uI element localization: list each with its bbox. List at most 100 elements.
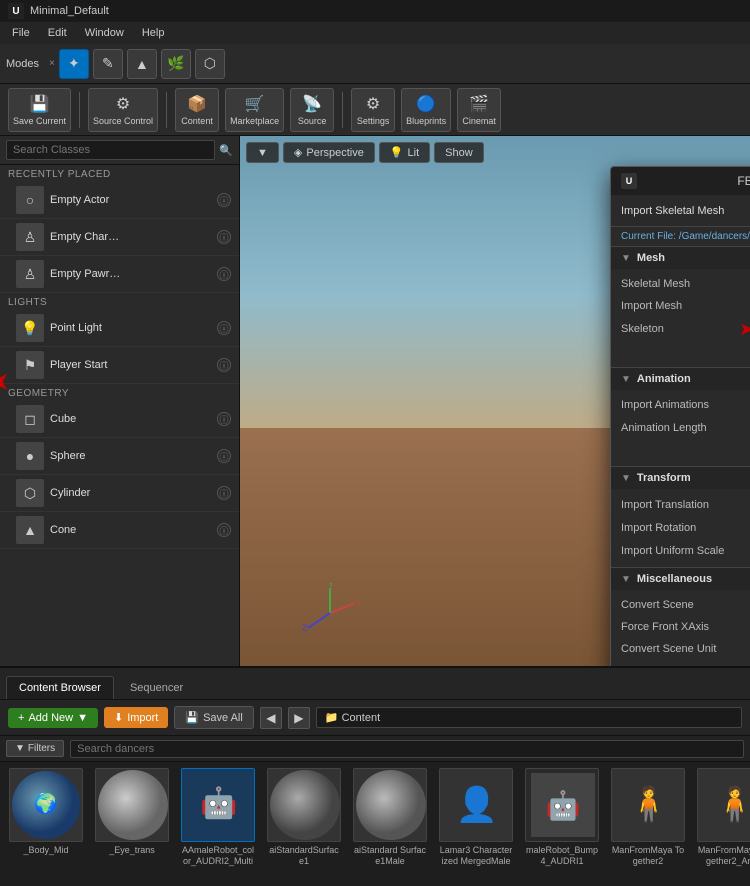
nav-back-btn[interactable]: ◀	[260, 707, 282, 729]
svg-text:🌍: 🌍	[34, 792, 58, 815]
placement-item-cube[interactable]: ◻ Cube ⓘ	[0, 401, 239, 438]
point-light-info[interactable]: ⓘ	[217, 321, 231, 335]
ue-logo-titlebar: U	[8, 3, 24, 19]
player-start-info[interactable]: ⓘ	[217, 358, 231, 372]
content-label: Content	[181, 116, 213, 126]
add-new-btn[interactable]: + Add New ▼	[8, 708, 98, 728]
asset-search-input[interactable]	[70, 740, 744, 758]
import-label: Import	[127, 712, 158, 724]
asset-name-robot-color: AAmaleRobot_color_AUDRI2_Multi	[181, 845, 255, 867]
mode-foliage-btn[interactable]: 🌿	[161, 49, 191, 79]
asset-name-eye-trans: _Eye_trans	[109, 845, 155, 856]
viewport[interactable]: ▼ ◈ Perspective 💡 Lit Show X Y Z	[240, 136, 750, 666]
mode-paint-btn[interactable]: ✎	[93, 49, 123, 79]
source-control-btn[interactable]: ⚙ Source Control	[88, 88, 158, 132]
placement-item-empty-char[interactable]: ♙ Empty Char… ⓘ	[0, 219, 239, 256]
filters-btn[interactable]: ▼ Filters	[6, 740, 64, 757]
settings-btn[interactable]: ⚙ Settings	[351, 88, 395, 132]
asset-item-ai-standard-male[interactable]: aiStandard Surface1Male	[350, 768, 430, 867]
mesh-section-header[interactable]: ▼ Mesh	[611, 247, 750, 269]
viewport-show-btn[interactable]: Show	[434, 142, 484, 163]
viewport-options-btn[interactable]: ▼	[246, 142, 279, 163]
menu-edit[interactable]: Edit	[40, 25, 75, 41]
search-classes-input[interactable]	[6, 140, 215, 160]
dialog-titlebar: U FBX Import Options ×	[611, 167, 750, 195]
misc-section-header[interactable]: ▼ Miscellaneous	[611, 568, 750, 590]
empty-char-info[interactable]: ⓘ	[217, 230, 231, 244]
import-asset-btn[interactable]: ⬇ Import	[104, 707, 168, 728]
import-down-icon: ⬇	[114, 711, 123, 724]
main-toolbar: 💾 Save Current ⚙ Source Control 📦 Conten…	[0, 84, 750, 136]
tab-content-browser[interactable]: Content Browser	[6, 676, 114, 699]
sphere-info[interactable]: ⓘ	[217, 449, 231, 463]
mesh-expand-more-row[interactable]: ▼	[611, 341, 750, 363]
transform-section: ▼ Transform Import Translation X0.0 Y0.0…	[611, 467, 750, 568]
blueprints-icon: 🔵	[416, 94, 436, 114]
skeletal-mesh-row: Skeletal Mesh ✓ ⟵	[611, 273, 750, 295]
asset-item-manfrommaya-anim[interactable]: 🧍 ManFromMaya Together2_Anim	[694, 768, 750, 867]
viewport-lit-btn[interactable]: 💡 Lit	[379, 142, 430, 163]
marketplace-btn[interactable]: 🛒 Marketplace	[225, 88, 284, 132]
mode-place-btn[interactable]: ✦	[59, 49, 89, 79]
save-current-btn[interactable]: 💾 Save Current	[8, 88, 71, 132]
empty-actor-info[interactable]: ⓘ	[217, 193, 231, 207]
import-translation-row: Import Translation X0.0 Y0.0 Z0.0	[611, 493, 750, 516]
asset-item-robot-color[interactable]: 🤖 AAmaleRobot_color_AUDRI2_Multi	[178, 768, 258, 867]
asset-item-eye-trans[interactable]: _Eye_trans	[92, 768, 172, 856]
asset-item-ai-standard[interactable]: aiStandardSurface1	[264, 768, 344, 867]
animation-section-header[interactable]: ▼ Animation	[611, 368, 750, 390]
mesh-section-title: Mesh	[637, 252, 665, 264]
browser-toolbar: + Add New ▼ ⬇ Import 💾 Save All ◀ ▶ 📁 Co…	[0, 700, 750, 736]
mode-geometry-btn[interactable]: ⬡	[195, 49, 225, 79]
placement-item-cylinder[interactable]: ⬡ Cylinder ⓘ	[0, 475, 239, 512]
menu-help[interactable]: Help	[134, 25, 173, 41]
settings-label: Settings	[357, 116, 390, 126]
cylinder-info[interactable]: ⓘ	[217, 486, 231, 500]
content-btn[interactable]: 📦 Content	[175, 88, 219, 132]
save-current-label: Save Current	[13, 116, 66, 126]
search-classes-bar: 🔍	[0, 136, 239, 165]
placement-item-cone[interactable]: ▲ Cone ⓘ	[0, 512, 239, 549]
misc-expand-icon: ▼	[621, 574, 631, 585]
cube-info[interactable]: ⓘ	[217, 412, 231, 426]
modes-close-btn[interactable]: ×	[49, 58, 55, 69]
titlebar: U Minimal_Default	[0, 0, 750, 22]
save-all-icon: 💾	[185, 711, 199, 724]
empty-pawr-info[interactable]: ⓘ	[217, 267, 231, 281]
blueprints-btn[interactable]: 🔵 Blueprints	[401, 88, 451, 132]
save-all-btn[interactable]: 💾 Save All	[174, 706, 253, 729]
menu-file[interactable]: File	[4, 25, 38, 41]
path-text: Content	[342, 712, 381, 724]
nav-forward-btn[interactable]: ▶	[288, 707, 310, 729]
force-front-xaxis-row: Force Front XAxis	[611, 616, 750, 638]
asset-item-male-robot-bump[interactable]: 🤖 maleRobot_Bump4_AUDRI1	[522, 768, 602, 867]
mode-landscape-btn[interactable]: ▲	[127, 49, 157, 79]
point-light-name: Point Light	[50, 322, 211, 334]
mesh-section: ▼ Mesh Skeletal Mesh ✓ ⟵	[611, 247, 750, 368]
placement-item-empty-actor[interactable]: ○ Empty Actor ⓘ	[0, 182, 239, 219]
import-translation-label: Import Translation	[621, 499, 750, 511]
placement-item-sphere[interactable]: ● Sphere ⓘ	[0, 438, 239, 475]
path-home-icon: 📁	[325, 712, 339, 724]
animation-expand-more-row[interactable]: ▼	[611, 440, 750, 462]
cone-icon: ▲	[16, 516, 44, 544]
transform-section-header[interactable]: ▼ Transform	[611, 467, 750, 489]
placement-item-player-start[interactable]: ⚑ Player Start ⓘ	[0, 347, 239, 384]
misc-expand-more-row[interactable]: ▼	[611, 660, 750, 666]
cone-name: Cone	[50, 524, 211, 536]
asset-item-lamar3[interactable]: 👤 Lamar3 Characterized MergedMale	[436, 768, 516, 867]
placement-item-point-light[interactable]: 💡 Point Light ⓘ	[0, 310, 239, 347]
asset-item-body-mid[interactable]: 🌍 _Body_Mid	[6, 768, 86, 856]
menu-window[interactable]: Window	[77, 25, 132, 41]
cone-info[interactable]: ⓘ	[217, 523, 231, 537]
svg-text:🧍: 🧍	[714, 785, 750, 824]
viewport-perspective-btn[interactable]: ◈ Perspective	[283, 142, 375, 163]
asset-thumb-male-robot-bump: 🤖	[525, 768, 599, 842]
empty-actor-name: Empty Actor	[50, 194, 211, 206]
fbx-import-dialog: U FBX Import Options × Import Skeletal M…	[610, 166, 750, 666]
cinematics-btn[interactable]: 🎬 Cinemat	[457, 88, 501, 132]
tab-sequencer[interactable]: Sequencer	[118, 677, 195, 699]
asset-item-manfrommaya[interactable]: 🧍 ManFromMaya Together2	[608, 768, 688, 867]
placement-item-empty-pawr[interactable]: ♙ Empty Pawr… ⓘ	[0, 256, 239, 293]
source-btn[interactable]: 📡 Source	[290, 88, 334, 132]
